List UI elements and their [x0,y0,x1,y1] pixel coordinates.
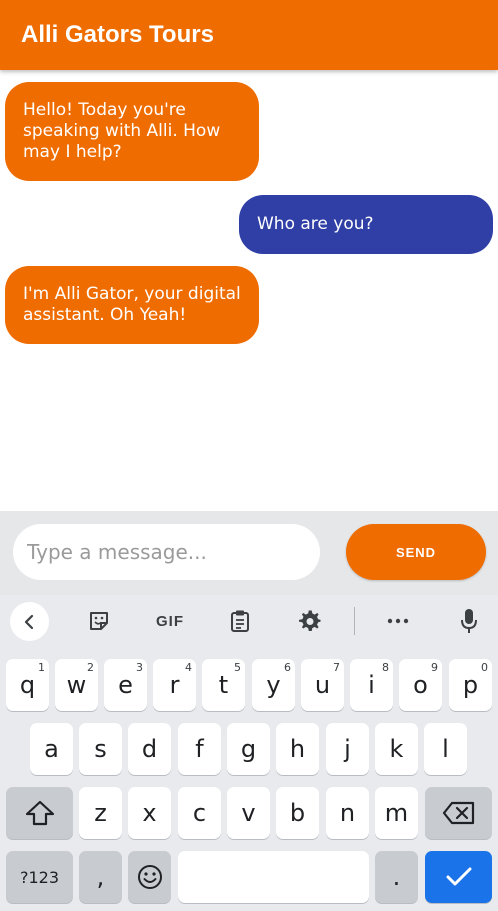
key-m[interactable]: m [375,787,418,839]
key-label: q [19,671,36,699]
send-button[interactable]: SEND [346,524,486,580]
backspace-key[interactable] [425,787,492,839]
clipboard-icon[interactable] [220,605,260,637]
key-t[interactable]: t5 [202,659,245,711]
key-k[interactable]: k [375,723,418,775]
user-message: Who are you? [239,195,493,254]
toolbar-divider [354,607,355,635]
key-y[interactable]: y6 [252,659,295,711]
key-hint: 8 [382,661,389,674]
key-i[interactable]: i8 [350,659,393,711]
symbols-label: ?123 [19,867,60,887]
key-j[interactable]: j [326,723,369,775]
back-icon[interactable] [10,602,49,641]
comma-key[interactable]: , [79,851,122,903]
key-p[interactable]: p0 [449,659,492,711]
shift-key[interactable] [6,787,73,839]
key-u[interactable]: u7 [301,659,344,711]
symbols-key[interactable]: ?123 [6,851,73,903]
message-composer: SEND [0,511,498,595]
key-hint: 1 [38,661,45,674]
key-a[interactable]: a [30,723,73,775]
backspace-icon [442,801,474,825]
key-hint: 5 [234,661,241,674]
checkmark-icon [446,867,471,886]
key-hint: 9 [431,661,438,674]
key-b[interactable]: b [276,787,319,839]
app-header: Alli Gators Tours [0,0,498,70]
more-icon[interactable] [378,605,418,637]
on-screen-keyboard: GIF q1 w2 e3 r4 t5 y6 u7 i8 o9 p0 a s d … [0,595,498,911]
gear-icon[interactable] [290,605,330,637]
key-label: w [66,671,87,699]
enter-key[interactable] [425,851,492,903]
chat-app: Alli Gators Tours Hello! Today you're sp… [0,0,498,911]
emoji-key[interactable] [128,851,171,903]
key-label: i [368,671,375,699]
key-g[interactable]: g [227,723,270,775]
app-title: Alli Gators Tours [21,21,214,48]
message-input[interactable] [13,524,320,580]
space-key[interactable] [178,851,369,903]
key-label: p [462,671,479,699]
key-hint: 6 [284,661,291,674]
key-z[interactable]: z [79,787,122,839]
bot-message: I'm Alli Gator, your digital assistant. … [5,266,259,344]
key-o[interactable]: o9 [399,659,442,711]
key-x[interactable]: x [128,787,171,839]
bot-message: Hello! Today you're speaking with Alli. … [5,82,259,181]
key-label: u [314,671,331,699]
key-w[interactable]: w2 [55,659,98,711]
key-label: r [169,671,180,699]
key-hint: 4 [185,661,192,674]
key-hint: 2 [87,661,94,674]
key-hint: 3 [136,661,143,674]
gif-label: GIF [156,612,184,630]
key-s[interactable]: s [79,723,122,775]
key-v[interactable]: v [227,787,270,839]
key-n[interactable]: n [326,787,369,839]
message-list[interactable]: Hello! Today you're speaking with Alli. … [0,70,498,511]
shift-icon [25,800,54,826]
key-hint: 0 [481,661,488,674]
key-label: y [266,671,281,699]
key-hint: 7 [333,661,340,674]
key-h[interactable]: h [276,723,319,775]
keyboard-toolbar: GIF [0,595,498,647]
key-label: t [218,671,229,699]
emoji-icon [137,865,162,889]
gif-icon[interactable]: GIF [150,605,190,637]
key-label: o [413,671,428,699]
key-q[interactable]: q1 [6,659,49,711]
microphone-icon[interactable] [449,605,489,637]
key-label: e [118,671,133,699]
period-key[interactable]: . [375,851,418,903]
key-r[interactable]: r4 [153,659,196,711]
key-e[interactable]: e3 [104,659,147,711]
key-f[interactable]: f [178,723,221,775]
key-d[interactable]: d [128,723,171,775]
key-c[interactable]: c [178,787,221,839]
sticker-icon[interactable] [79,605,119,637]
key-l[interactable]: l [424,723,467,775]
